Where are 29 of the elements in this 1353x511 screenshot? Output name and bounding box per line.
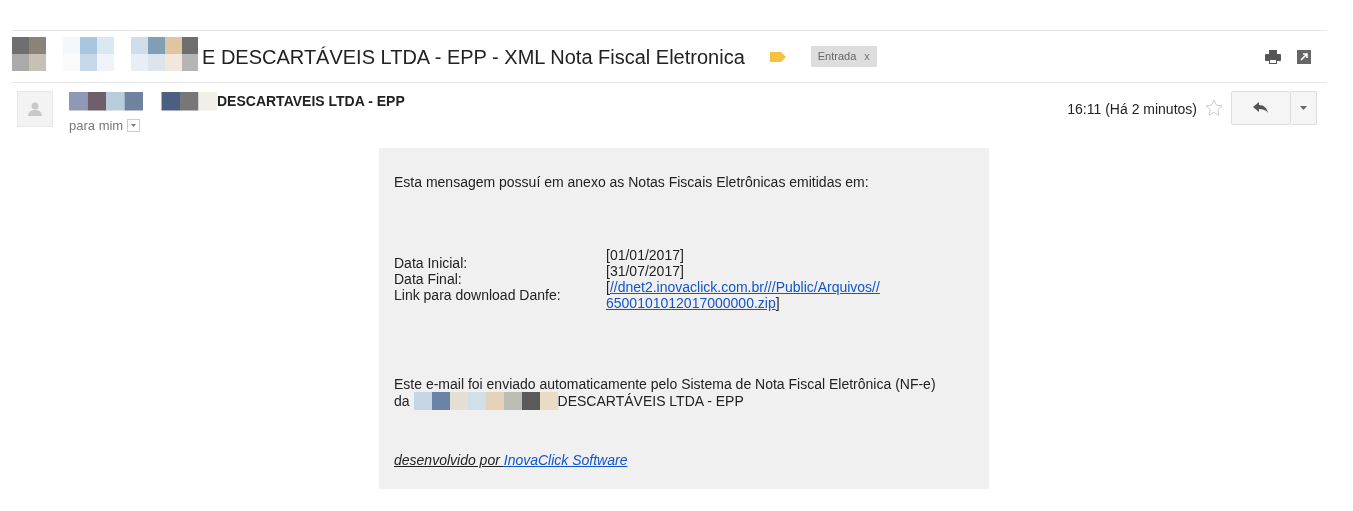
credit-text: desenvolvido por (394, 451, 502, 468)
footer-text: Este e-mail foi enviado automaticamente pelo Sistema de Nota Fiscal Eletrônica (NF-e) (394, 375, 937, 392)
recipient-text: para mim (69, 117, 124, 135)
field-label: Data Inicial: (394, 254, 469, 271)
intro-text: Esta mensagem possuí em anexo as Notas Fiscais Eletrônicas emitidas em: (394, 173, 870, 190)
field-value: [01/01/2017] (606, 246, 685, 263)
remove-label-button[interactable]: x (864, 48, 870, 65)
field-label: Data Final: (394, 270, 463, 287)
label-chip[interactable]: Entrada x (810, 46, 877, 67)
company-name: DESCARTÁVEIS LTDA - EPP (557, 392, 744, 409)
print-icon[interactable] (1265, 49, 1281, 64)
credit-link[interactable]: InovaClick Software (503, 451, 628, 468)
bracket-text: [ (606, 278, 610, 295)
email-subject: E DESCARTÁVEIS LTDA - EPP - XML Nota Fiscal Eletronica (202, 44, 745, 70)
field-label: Link para download Danfe: (394, 286, 562, 303)
new-window-icon[interactable] (1297, 49, 1311, 64)
dropdown-icon[interactable] (127, 119, 141, 133)
person-icon (27, 101, 43, 117)
download-link[interactable]: 6500101012017000000.zip (606, 294, 776, 311)
reply-icon (1253, 102, 1269, 114)
star-icon[interactable] (1205, 99, 1223, 117)
reply-button[interactable] (1231, 91, 1291, 125)
field-value: [31/07/2017] (606, 262, 685, 279)
label-icon (768, 50, 787, 63)
footer-text: da (394, 392, 410, 409)
caret-icon (1300, 106, 1307, 110)
bracket-text: ] (775, 294, 780, 311)
sender-name: DESCARTAVEIS LTDA - EPP (217, 92, 405, 111)
timestamp: 16:11 (Há 2 minutos) (1067, 100, 1197, 119)
